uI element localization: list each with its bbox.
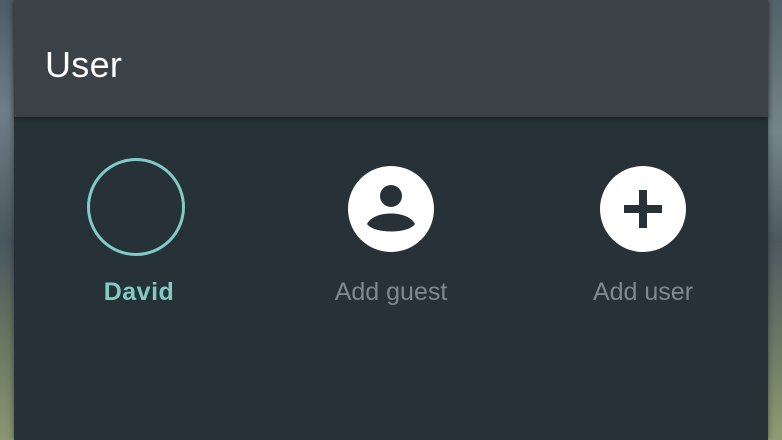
add-user-label: Add user <box>592 278 694 306</box>
user-item-david[interactable]: David <box>14 150 264 320</box>
user-label-david: David <box>103 278 175 306</box>
wallpaper-right-edge <box>768 0 782 440</box>
add-guest-label: Add guest <box>334 278 448 306</box>
panel-title: User <box>45 44 123 85</box>
user-switcher-panel: User David Add guest Add user <box>14 0 768 440</box>
wallpaper-left-edge <box>0 0 14 440</box>
current-user-avatar <box>87 158 185 256</box>
add-user-button[interactable]: Add user <box>518 150 768 320</box>
plus-icon <box>600 166 686 252</box>
person-icon <box>348 166 434 252</box>
add-guest-button[interactable]: Add guest <box>266 150 516 320</box>
panel-header: User <box>14 0 768 117</box>
